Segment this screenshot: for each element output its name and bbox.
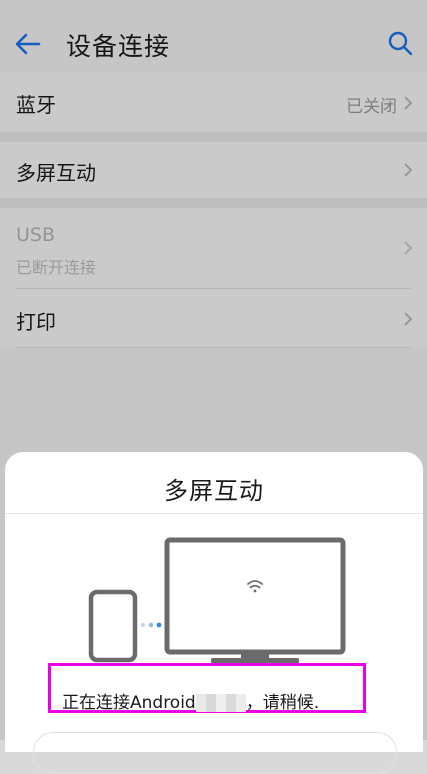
- device-list-item[interactable]: [33, 732, 397, 774]
- status-suffix: ，请稍候.: [245, 693, 320, 713]
- phone-icon: [88, 589, 138, 663]
- phone-to-tv-illustration: [88, 537, 346, 664]
- redacted-device-name: [195, 694, 246, 712]
- connecting-dots-icon: [140, 622, 162, 628]
- sheet-divider: [5, 513, 423, 514]
- status-prefix: 正在连接Android: [62, 693, 196, 713]
- tv-icon: [164, 537, 346, 664]
- multi-screen-sheet: 多屏互动 正在连接Android ，请稍候.: [5, 452, 423, 774]
- connection-status: 正在连接Android ，请稍候.: [62, 688, 319, 713]
- sheet-title: 多屏互动: [164, 477, 264, 505]
